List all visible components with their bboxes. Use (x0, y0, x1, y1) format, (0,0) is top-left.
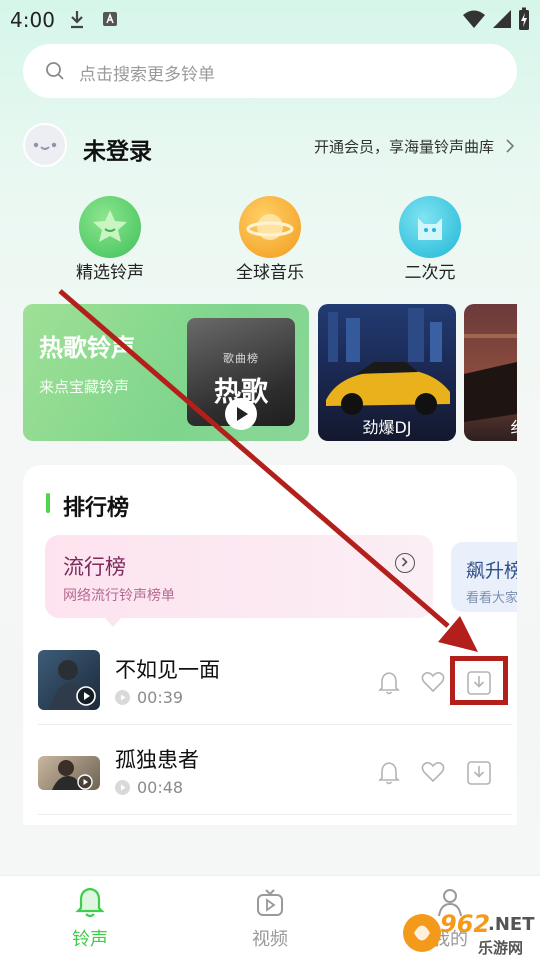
cover-caption: 歌曲榜 (223, 352, 259, 365)
avatar[interactable] (23, 123, 67, 167)
category-anime[interactable]: 二次元 (370, 196, 490, 286)
category-label: 二次元 (404, 263, 456, 283)
category-featured[interactable]: 精选铃声 (50, 196, 170, 286)
banner-label: 纟 (510, 414, 517, 438)
popular-chart-tab[interactable]: 流行榜 网络流行铃声榜单 (45, 535, 433, 618)
dj-banner[interactable]: 劲爆DJ (318, 304, 456, 441)
divider (38, 814, 512, 815)
chart-title: 流行榜 (63, 555, 126, 579)
nav-item-ringtones[interactable]: 铃声 (50, 886, 130, 956)
song-row[interactable]: 孤独患者 00:48 (38, 738, 512, 810)
status-time: 4:00 (10, 8, 55, 32)
popular-tab-pointer (104, 617, 122, 627)
annotation-highlight-box (450, 656, 508, 705)
watermark-logo: 962 .NET 乐游网 (400, 908, 540, 958)
duration-play-icon (115, 690, 130, 705)
heart-icon[interactable] (420, 670, 446, 694)
nav-label: 视频 (252, 929, 288, 950)
chart-subtitle: 看看大家 (466, 591, 517, 606)
soaring-chart-tab[interactable]: 飙升榜 看看大家 (451, 542, 517, 612)
divider (38, 724, 512, 725)
vip-promo-link[interactable]: 开通会员，享海量铃声曲库 (314, 136, 515, 157)
play-button[interactable] (225, 398, 257, 430)
download-icon (71, 11, 83, 29)
song-title: 不如见一面 (115, 658, 220, 682)
video-icon (257, 889, 283, 916)
watermark-domain: .NET (488, 914, 535, 935)
song-cover (38, 650, 100, 710)
star-icon (79, 196, 141, 258)
chevron-right-icon (506, 139, 514, 153)
watermark-site: 乐游网 (478, 939, 524, 957)
bell-icon[interactable] (377, 670, 401, 696)
search-icon (46, 62, 64, 80)
song-title: 孤独患者 (115, 748, 199, 772)
nav-label: 铃声 (72, 929, 108, 950)
watermark-brand: 962 (440, 910, 491, 938)
banner-subtitle: 来点宝藏铃声 (39, 378, 130, 396)
category-label: 全球音乐 (236, 263, 304, 283)
signal-icon (493, 10, 511, 28)
heart-icon[interactable] (420, 760, 446, 784)
bell-icon[interactable] (377, 760, 401, 786)
section-accent-bar (46, 493, 50, 513)
song-row[interactable]: 不如见一面 00:39 (38, 648, 512, 720)
vip-promo-text: 开通会员，享海量铃声曲库 (314, 138, 495, 156)
cat-icon (399, 196, 461, 258)
play-icon (237, 407, 248, 421)
ranking-title: 排行榜 (63, 496, 130, 521)
chart-subtitle: 网络流行铃声榜单 (63, 588, 175, 604)
banner-title: 热歌铃声 (39, 334, 135, 362)
download-icon[interactable] (466, 760, 492, 786)
planet-icon (239, 196, 301, 258)
third-banner[interactable]: 纟 (464, 304, 517, 441)
search-bar[interactable]: 点击搜索更多铃单 (23, 44, 517, 98)
status-bar: 4:00 (0, 0, 540, 38)
face-icon (33, 142, 57, 150)
duration-play-icon (115, 780, 130, 795)
bell-icon (75, 887, 105, 918)
chevron-circle-right-icon[interactable] (395, 553, 415, 573)
category-label: 精选铃声 (76, 263, 144, 283)
username[interactable]: 未登录 (83, 132, 152, 166)
app-notification-icon (103, 12, 117, 26)
song-cover (38, 756, 100, 790)
nav-item-videos[interactable]: 视频 (230, 886, 310, 956)
chart-title: 飙升榜 (466, 560, 517, 582)
song-duration: 00:48 (137, 778, 184, 797)
battery-icon (519, 7, 529, 30)
hot-songs-cover: 歌曲榜 热歌 (187, 318, 295, 430)
banner-label: 劲爆DJ (362, 418, 412, 437)
hot-ringtones-banner[interactable]: 热歌铃声 来点宝藏铃声 歌曲榜 热歌 (23, 304, 309, 441)
song-duration: 00:39 (137, 688, 184, 707)
category-global-music[interactable]: 全球音乐 (210, 196, 330, 286)
search-placeholder: 点击搜索更多铃单 (79, 65, 215, 85)
wifi-icon (463, 10, 485, 28)
